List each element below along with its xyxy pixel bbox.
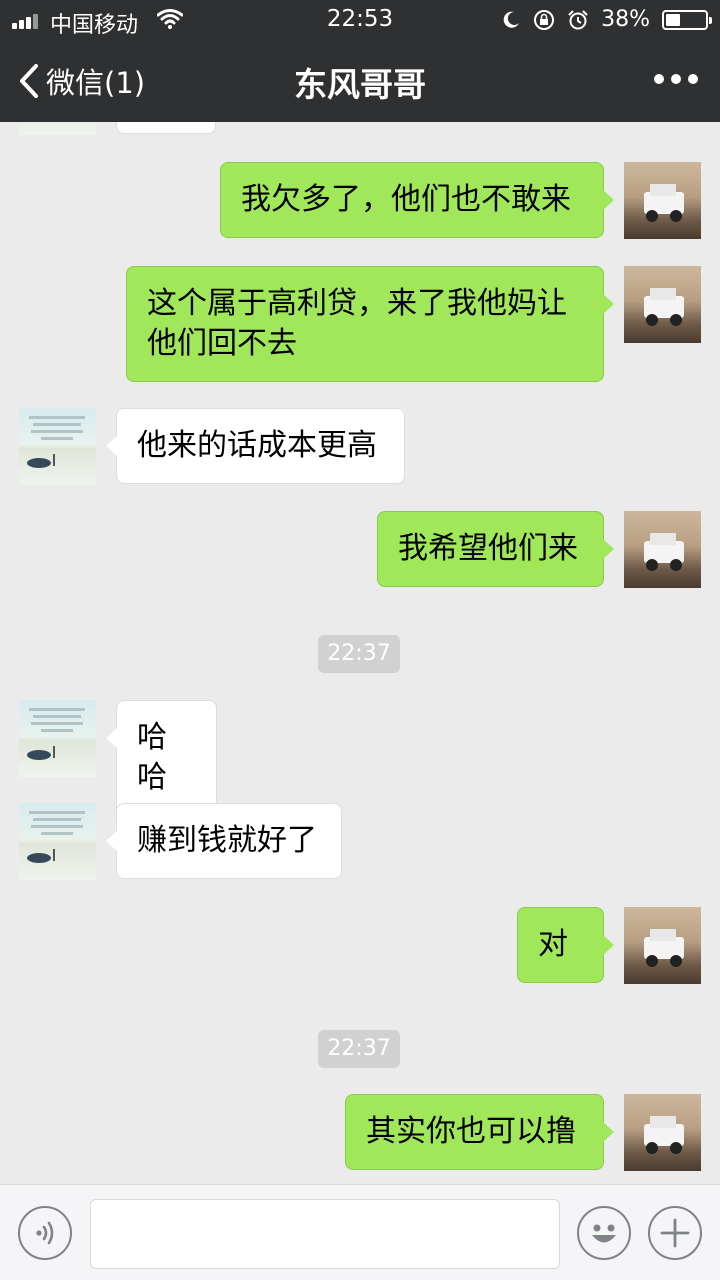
plus-icon — [660, 1218, 690, 1248]
chat-title: 东风哥哥 — [294, 65, 426, 104]
more-functions-button[interactable] — [648, 1206, 702, 1260]
my-avatar[interactable] — [624, 1094, 701, 1171]
my-avatar[interactable] — [624, 907, 701, 984]
moon-icon — [503, 11, 520, 28]
landscape-icon — [27, 811, 85, 863]
message-bubble-mine[interactable]: 其实你也可以撸 — [345, 1094, 614, 1170]
more-button[interactable] — [654, 74, 698, 84]
contact-avatar[interactable] — [19, 700, 96, 777]
message-bubble-theirs[interactable]: 哈哈 — [106, 700, 217, 816]
message-bubble-mine[interactable]: 我欠多了，他们也不敢来 — [220, 162, 614, 238]
voice-icon — [36, 1221, 54, 1245]
my-avatar[interactable] — [624, 266, 701, 343]
my-avatar[interactable] — [624, 511, 701, 588]
emoji-button[interactable] — [577, 1206, 631, 1260]
car-icon — [644, 533, 684, 571]
status-bar: 中国移动 22:53 38% — [0, 0, 720, 40]
message-bubble-mine[interactable]: 这个属于高利贷，来了我他妈让他们回不去 — [126, 266, 614, 382]
car-icon — [644, 288, 684, 326]
battery-percent: 38% — [601, 7, 650, 32]
alarm-icon — [568, 9, 588, 29]
emoji-icon — [592, 1224, 616, 1243]
message-input[interactable] — [90, 1199, 560, 1269]
landscape-icon — [27, 708, 85, 760]
contact-avatar[interactable] — [19, 122, 96, 135]
battery-icon — [662, 9, 712, 30]
contact-avatar[interactable] — [19, 408, 96, 485]
battery-level — [666, 13, 680, 26]
message-bubble-mine[interactable]: 我希望他们来 — [377, 511, 614, 587]
chat-history[interactable]: 我欠多了，他们也不敢来 这个属于高利贷，来了我他妈让他们回不去 他来的话成本更高… — [0, 122, 720, 1184]
my-avatar[interactable] — [624, 162, 701, 239]
navigation-bar: 微信(1) 东风哥哥 — [0, 40, 720, 122]
contact-avatar[interactable] — [19, 803, 96, 880]
voice-button[interactable] — [18, 1206, 72, 1260]
more-dots-icon — [654, 74, 664, 84]
timestamp-pill: 22:37 — [318, 1030, 400, 1068]
timestamp-pill: 22:37 — [318, 635, 400, 673]
message-bubble-mine[interactable]: 对 — [517, 907, 614, 983]
message-bubble-cutoff — [116, 122, 216, 134]
input-bar — [0, 1184, 720, 1280]
car-icon — [644, 184, 684, 222]
car-icon — [644, 1116, 684, 1154]
car-icon — [644, 929, 684, 967]
message-bubble-theirs[interactable]: 他来的话成本更高 — [106, 408, 405, 484]
rotation-lock-icon — [534, 9, 555, 30]
landscape-icon — [27, 416, 85, 468]
message-bubble-theirs[interactable]: 赚到钱就好了 — [106, 803, 342, 879]
